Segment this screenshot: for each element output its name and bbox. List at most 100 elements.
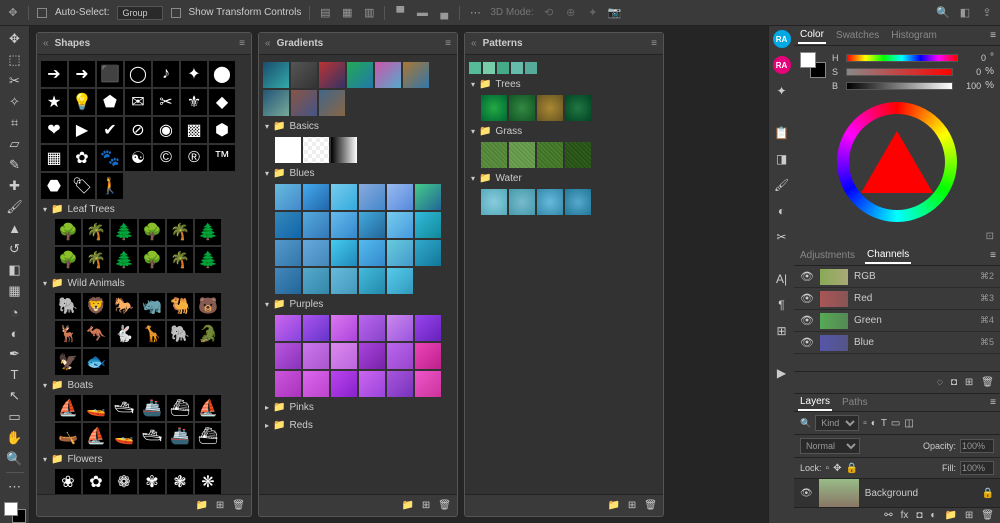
pattern-swatch[interactable]	[481, 142, 507, 168]
gradient-swatch[interactable]	[263, 90, 289, 116]
folder-header[interactable]: ▾📁Leaf Trees	[41, 202, 247, 217]
shape-swatch[interactable]: ❁	[111, 469, 137, 494]
gradient-swatch[interactable]	[415, 240, 441, 266]
gradient-swatch[interactable]	[387, 184, 413, 210]
shape-swatch[interactable]: 🐟	[83, 349, 109, 375]
pattern-swatch[interactable]	[497, 62, 509, 74]
sat-slider[interactable]	[846, 68, 953, 76]
shape-swatch[interactable]: ✦	[181, 61, 207, 87]
gradient-swatch[interactable]	[275, 268, 301, 294]
gradient-swatch[interactable]	[359, 184, 385, 210]
lock-all-icon[interactable]: 🔒	[845, 463, 857, 474]
panel-menu-icon[interactable]: ≡	[990, 250, 996, 261]
folder-header[interactable]: ▾📁Trees	[469, 77, 659, 92]
gradient-swatch[interactable]	[415, 315, 441, 341]
foreground-background-color[interactable]	[4, 502, 26, 523]
shape-swatch[interactable]: ★	[41, 89, 67, 115]
brush-tool[interactable]: 🖌	[4, 198, 26, 217]
shape-swatch[interactable]: 🌴	[167, 247, 193, 273]
panel-menu-icon[interactable]: ≡	[445, 38, 451, 49]
new-folder-icon[interactable]: 📁	[401, 500, 413, 511]
character-icon[interactable]: A|	[773, 270, 791, 288]
shape-swatch[interactable]: ◯	[125, 61, 151, 87]
shape-swatch[interactable]: ⬣	[41, 173, 67, 199]
workspace-icon[interactable]: ◧	[958, 6, 972, 20]
folder-header[interactable]: ▾📁Flowers	[41, 452, 247, 467]
new-icon[interactable]: ⊞	[422, 500, 430, 511]
autoselect-dropdown[interactable]: Group	[117, 6, 162, 20]
shape-swatch[interactable]: ⛵	[83, 423, 109, 449]
lock-pixel-icon[interactable]: ▫	[826, 463, 830, 474]
gradient-swatch[interactable]	[415, 371, 441, 397]
shape-swatch[interactable]: 🦒	[139, 321, 165, 347]
crop-tool[interactable]: ⌗	[4, 114, 26, 133]
shape-swatch[interactable]: 🐻	[195, 293, 221, 319]
gradient-swatch[interactable]	[275, 343, 301, 369]
path-tool[interactable]: ↖	[4, 386, 26, 405]
shape-swatch[interactable]: ▶	[69, 117, 95, 143]
shape-swatch[interactable]: ➜	[69, 61, 95, 87]
shape-swatch[interactable]: ⚜	[181, 89, 207, 115]
distribute-icon[interactable]: ⋯	[468, 6, 482, 20]
mask-icon[interactable]: ◘	[916, 510, 922, 521]
shape-swatch[interactable]: 🌳	[139, 219, 165, 245]
folder-header[interactable]: ▾📁Wild Animals	[41, 276, 247, 291]
shape-swatch[interactable]: ✔	[97, 117, 123, 143]
shape-swatch[interactable]: ❀	[55, 469, 81, 494]
brush-settings-icon[interactable]: 🖌	[773, 176, 791, 194]
shape-swatch[interactable]: 🌳	[55, 247, 81, 273]
color-wheel[interactable]	[837, 102, 957, 222]
properties-icon[interactable]: ◨	[773, 150, 791, 168]
pattern-swatch[interactable]	[565, 95, 591, 121]
shape-swatch[interactable]: ⬤	[209, 61, 235, 87]
history-icon[interactable]: 📋	[773, 124, 791, 142]
gradient-tool[interactable]: ▦	[4, 282, 26, 301]
shape-swatch[interactable]: 🦌	[55, 321, 81, 347]
badge-icon[interactable]: RA	[773, 30, 791, 48]
gradient-swatch[interactable]	[415, 212, 441, 238]
save-selection-icon[interactable]: ◘	[951, 377, 957, 388]
frame-tool[interactable]: ▱	[4, 135, 26, 154]
pen-tool[interactable]: ✒	[4, 345, 26, 364]
new-icon[interactable]: ⊞	[216, 500, 224, 511]
eye-icon[interactable]: 👁	[800, 488, 813, 499]
marquee-tool[interactable]: ⬚	[4, 51, 26, 70]
patterns-body[interactable]: ▾📁Trees ▾📁Grass ▾📁Water	[465, 55, 663, 494]
pattern-swatch[interactable]	[525, 62, 537, 74]
tools-icon[interactable]: ✂	[773, 228, 791, 246]
hue-slider[interactable]	[846, 54, 958, 62]
shape-swatch[interactable]: 🛥	[111, 395, 137, 421]
gradient-swatch[interactable]	[303, 137, 329, 163]
gradient-swatch[interactable]	[359, 268, 385, 294]
pattern-swatch[interactable]	[511, 62, 523, 74]
heal-tool[interactable]: ✚	[4, 177, 26, 196]
folder-header[interactable]: ▾📁Blues	[263, 166, 453, 181]
shape-swatch[interactable]: 🚶	[97, 173, 123, 199]
shape-swatch[interactable]: ➔	[41, 61, 67, 87]
shape-swatch[interactable]: 🚤	[111, 423, 137, 449]
gradient-swatch[interactable]	[403, 62, 429, 88]
foreground-background-color[interactable]	[800, 52, 826, 78]
gradient-swatch[interactable]	[291, 62, 317, 88]
gradient-swatch[interactable]	[387, 343, 413, 369]
bri-value[interactable]: 100	[957, 81, 981, 91]
eraser-tool[interactable]: ◧	[4, 261, 26, 280]
move-icon[interactable]: ✥	[6, 6, 20, 20]
folder-header[interactable]: ▾📁Grass	[469, 124, 659, 139]
layer-row[interactable]: 👁 Background 🔒	[794, 479, 1000, 507]
align-top-icon[interactable]: ▀	[393, 6, 407, 20]
wand-tool[interactable]: ✧	[4, 93, 26, 112]
3d-pan-icon[interactable]: ⊕	[564, 6, 578, 20]
tab-channels[interactable]: Channels	[865, 247, 911, 264]
trash-icon[interactable]: 🗑	[438, 500, 451, 511]
load-selection-icon[interactable]: ◌	[937, 377, 943, 388]
trash-icon[interactable]: 🗑	[232, 500, 245, 511]
dodge-tool[interactable]: ◐	[4, 324, 26, 343]
shape-swatch[interactable]: ⛴	[167, 395, 193, 421]
shape-swatch[interactable]: ™	[209, 145, 235, 171]
shape-swatch[interactable]: 🌴	[167, 219, 193, 245]
shape-swatch[interactable]: ✿	[69, 145, 95, 171]
align-bottom-icon[interactable]: ▄	[437, 6, 451, 20]
trash-icon[interactable]: 🗑	[981, 377, 994, 388]
pattern-swatch[interactable]	[509, 95, 535, 121]
